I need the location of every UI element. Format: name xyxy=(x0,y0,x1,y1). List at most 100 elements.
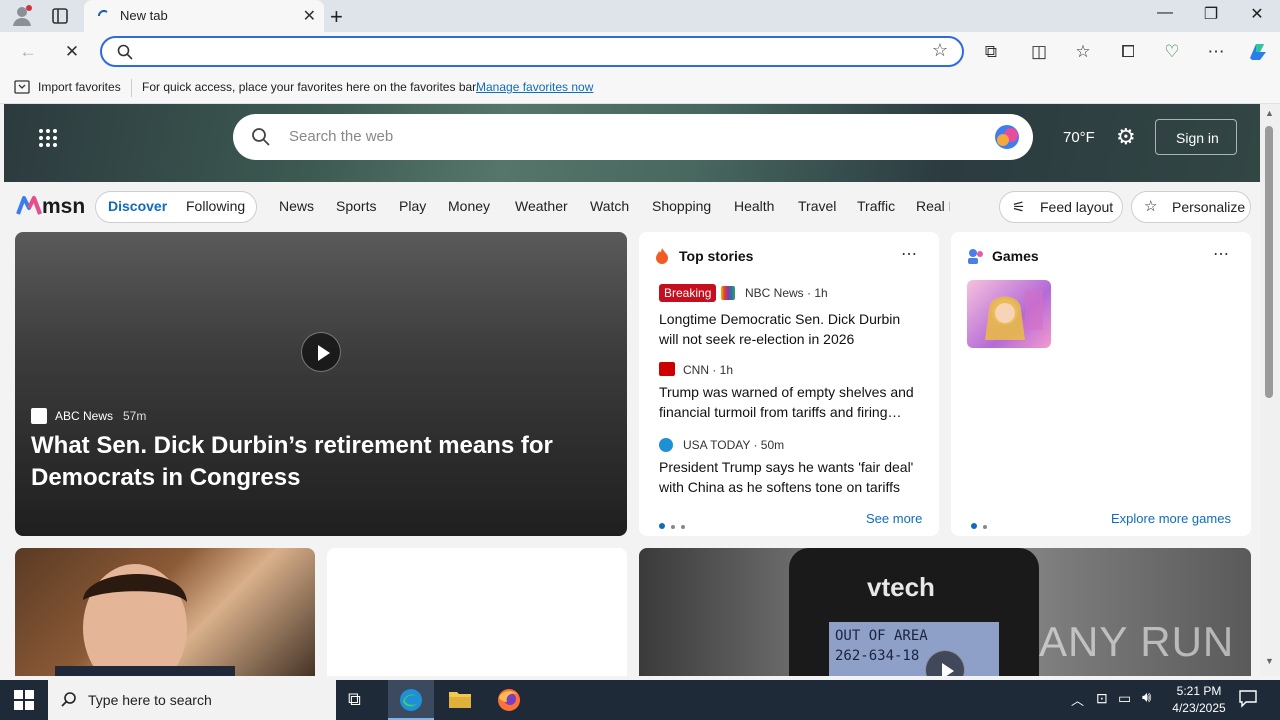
clock-date[interactable]: 4/23/2025 xyxy=(1168,701,1230,715)
app-launcher-icon[interactable] xyxy=(38,128,58,148)
favorites-icon[interactable]: ☆ xyxy=(1071,40,1095,64)
stop-icon[interactable]: ✕ xyxy=(60,40,84,64)
personalize-label: Personalize xyxy=(1172,199,1246,215)
profile-icon[interactable] xyxy=(10,4,34,28)
taskbar-edge-icon[interactable] xyxy=(388,680,434,720)
game-thumbnail[interactable] xyxy=(967,280,1051,348)
personalize-button[interactable]: ☆ Personalize xyxy=(1131,191,1251,223)
nav-health[interactable]: Health xyxy=(734,198,774,214)
minimize-icon[interactable]: — xyxy=(1142,4,1188,22)
scroll-down-icon[interactable]: ▼ xyxy=(1265,656,1274,666)
manage-favorites-link[interactable]: Manage favorites now xyxy=(476,80,593,94)
person-photo xyxy=(55,564,235,676)
favbar-divider xyxy=(131,79,132,97)
nav-real-estate[interactable]: Real E xyxy=(916,198,950,214)
web-search-box[interactable]: Search the web xyxy=(233,114,1033,160)
tab-actions-icon[interactable] xyxy=(50,6,70,26)
extensions-icon[interactable]: ⧉ xyxy=(979,40,1003,64)
explore-more-games-link[interactable]: Explore more games xyxy=(1111,511,1231,526)
watermark: ANY RUN xyxy=(1039,618,1235,665)
windows-taskbar: Type here to search ⧉ ︿ ⊡ ▭ 🔊︎ 5:21 PM 4… xyxy=(0,680,1280,720)
phone-device: vtech OUT OF AREA 262-634-18 xyxy=(789,548,1039,676)
clock-time[interactable]: 5:21 PM xyxy=(1174,684,1224,698)
hero-source: ABC News xyxy=(55,409,114,423)
more-options-icon[interactable]: ⋯ xyxy=(1213,244,1229,264)
play-icon[interactable] xyxy=(925,650,965,676)
scroll-up-icon[interactable]: ▲ xyxy=(1265,108,1274,118)
nav-play[interactable]: Play xyxy=(399,198,426,214)
nav-weather[interactable]: Weather xyxy=(515,198,568,214)
news-image-card[interactable] xyxy=(15,548,315,676)
nav-news[interactable]: News xyxy=(279,198,314,214)
see-more-link[interactable]: See more xyxy=(866,511,922,526)
new-tab-icon[interactable]: + xyxy=(330,4,343,30)
taskbar-search-box[interactable]: Type here to search xyxy=(48,680,336,720)
task-view-icon[interactable]: ⧉ xyxy=(348,689,361,710)
msn-logo[interactable]: msn xyxy=(16,194,85,220)
show-hidden-icons-icon[interactable]: ︿ xyxy=(1071,690,1084,709)
nav-money[interactable]: Money xyxy=(448,198,490,214)
close-window-icon[interactable]: ✕ xyxy=(1234,4,1280,24)
firefox-icon[interactable] xyxy=(497,688,521,712)
restore-icon[interactable]: ❐ xyxy=(1188,4,1234,24)
close-tab-icon[interactable]: ✕ xyxy=(303,6,316,26)
notifications-icon[interactable] xyxy=(1238,688,1258,708)
taskbar-search-placeholder: Type here to search xyxy=(88,692,212,708)
hero-title[interactable]: What Sen. Dick Durbin’s retirement means… xyxy=(31,430,571,494)
video-story-card[interactable]: vtech OUT OF AREA 262-634-18 ANY RUN xyxy=(639,548,1251,676)
collections-icon[interactable]: ⧠ xyxy=(1116,40,1140,64)
copilot-icon[interactable] xyxy=(1246,40,1270,64)
hero-story-card[interactable]: ABC News 57m What Sen. Dick Durbin’s ret… xyxy=(15,232,627,536)
feed-layout-button[interactable]: ⚟ Feed layout xyxy=(999,191,1123,223)
blank-card[interactable] xyxy=(327,548,627,676)
import-favorites-button[interactable]: Import favorites xyxy=(38,80,121,94)
play-icon[interactable] xyxy=(301,332,341,372)
abc-news-logo xyxy=(31,408,47,424)
sign-in-button[interactable]: Sign in xyxy=(1155,119,1237,155)
new-tab-page: Search the web 70°F ⚙ Sign in msn Discov… xyxy=(4,104,1260,676)
copilot-search-icon[interactable] xyxy=(993,123,1021,151)
story-title[interactable]: Longtime Democratic Sen. Dick Durbin wil… xyxy=(659,309,919,349)
volume-icon[interactable]: 🔊︎ xyxy=(1142,689,1151,706)
nav-sports[interactable]: Sports xyxy=(336,198,376,214)
page-scrollbar[interactable]: ▲ ▼ xyxy=(1260,104,1280,676)
favorite-star-icon[interactable]: ☆ xyxy=(932,40,948,61)
tab-discover[interactable]: Discover xyxy=(108,198,167,214)
story-title[interactable]: Trump was warned of empty shelves and fi… xyxy=(659,382,923,422)
tab-new-tab[interactable]: New tab ✕ xyxy=(84,0,324,32)
cnn-logo xyxy=(659,362,675,376)
nav-traffic[interactable]: Traffic xyxy=(857,198,895,214)
personalize-icon: ☆ xyxy=(1144,198,1158,215)
weather-temp[interactable]: 70°F xyxy=(1063,129,1095,146)
windows-start-icon[interactable] xyxy=(14,690,34,710)
top-stories-card: Top stories ⋯ Breaking NBC News · 1h Lon… xyxy=(639,232,939,536)
top-stories-heading: Top stories xyxy=(679,248,754,264)
more-options-icon[interactable]: ⋯ xyxy=(901,244,917,264)
search-icon xyxy=(116,43,134,61)
address-bar[interactable]: ☆ xyxy=(100,36,964,67)
tab-following[interactable]: Following xyxy=(186,198,245,214)
hero-time: 57m xyxy=(123,409,147,423)
scroll-thumb[interactable] xyxy=(1265,126,1273,398)
settings-gear-icon[interactable]: ⚙ xyxy=(1116,124,1136,150)
story-source: CNN · 1h xyxy=(683,363,734,377)
carousel-dots[interactable] xyxy=(659,516,685,534)
ethernet-icon[interactable]: ▭ xyxy=(1118,690,1131,707)
favorites-bar: Import favorites For quick access, place… xyxy=(0,72,1280,104)
sign-in-label: Sign in xyxy=(1176,130,1219,146)
back-icon[interactable]: ← xyxy=(16,40,40,64)
phone-screen: OUT OF AREA 262-634-18 xyxy=(829,622,999,676)
title-bar: New tab ✕ + — ❐ ✕ xyxy=(0,0,1280,32)
nav-shopping[interactable]: Shopping xyxy=(652,198,711,214)
msn-nav-bar: msn Discover Following News Sports Play … xyxy=(4,182,1260,232)
carousel-dots[interactable] xyxy=(971,516,987,534)
nav-travel[interactable]: Travel xyxy=(798,198,836,214)
split-screen-icon[interactable]: ◫ xyxy=(1027,40,1051,64)
nav-watch[interactable]: Watch xyxy=(590,198,629,214)
games-icon xyxy=(967,248,985,264)
browser-essentials-icon[interactable]: ♡ xyxy=(1160,40,1184,64)
network-icon[interactable]: ⊡ xyxy=(1096,690,1108,707)
file-explorer-icon[interactable] xyxy=(448,689,472,709)
story-title[interactable]: President Trump says he wants 'fair deal… xyxy=(659,457,923,497)
more-menu-icon[interactable]: ⋯ xyxy=(1204,40,1228,64)
